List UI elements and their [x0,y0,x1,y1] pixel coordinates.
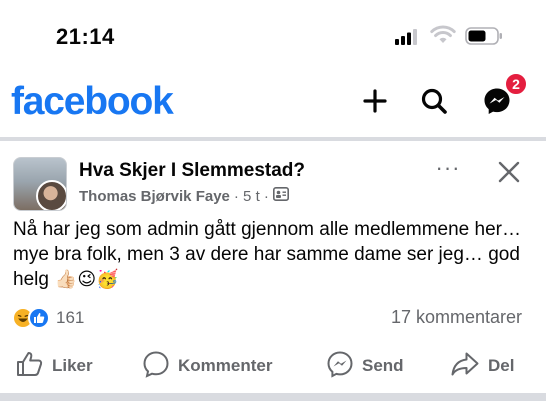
group-name[interactable]: Hva Skjer I Slemmestad? [79,160,305,182]
post-actions: Liker Kommenter Send Del [0,348,546,384]
send-label: Send [362,356,404,375]
reaction-summary[interactable]: 161 [12,307,84,329]
clock: 21:14 [56,24,115,49]
post-body: Nå har jeg som admin gått gjennom alle m… [13,218,533,293]
battery-icon [465,27,503,50]
more-icon[interactable]: ··· [432,157,464,182]
share-icon [450,351,480,382]
messenger-badge: 2 [504,72,528,96]
like-reaction-icon [28,307,50,329]
like-label: Liker [52,356,93,375]
post-emojis: 👍🏻😉🥳 [54,269,119,289]
status-bar: 21:14 [0,0,546,72]
wifi-icon [430,25,456,50]
like-button[interactable]: Liker [16,348,93,384]
thumbs-up-icon [16,351,44,382]
comment-label: Kommenter [178,356,273,375]
post-meta: Thomas Bjørvik Faye · 5 t · [79,187,289,205]
comment-button[interactable]: Kommenter [142,348,272,384]
group-avatar[interactable] [13,157,67,211]
app-header: facebook [0,72,546,138]
add-icon[interactable] [358,84,392,118]
author-avatar[interactable] [36,180,66,210]
share-label: Del [488,356,515,375]
close-icon[interactable] [494,157,524,187]
messenger-icon [326,350,354,383]
signal-icon [395,29,419,50]
search-icon[interactable] [417,84,451,118]
comment-icon [142,350,170,383]
comment-count[interactable]: 17 kommentarer [391,307,522,328]
feed-divider [0,137,546,141]
feed-divider [0,393,546,401]
post-time[interactable]: · 5 t · [234,188,269,205]
reaction-count: 161 [56,308,85,327]
share-button[interactable]: Del [450,348,514,384]
group-privacy-icon [272,187,289,205]
send-button[interactable]: Send [326,348,404,384]
facebook-logo[interactable]: facebook [11,80,174,124]
author-name[interactable]: Thomas Bjørvik Faye [79,188,230,205]
